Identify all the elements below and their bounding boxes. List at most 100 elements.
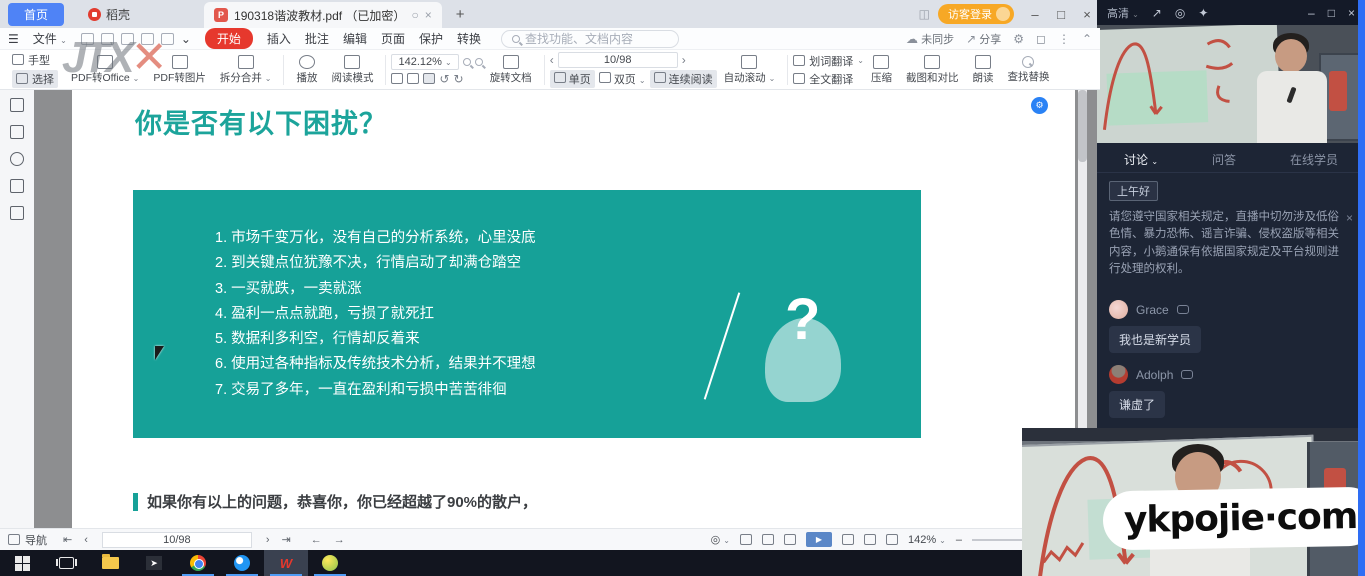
window-maximize-icon[interactable]: □: [1048, 7, 1074, 22]
tab-discussion[interactable]: 讨论 ⌄: [1124, 151, 1158, 168]
pdf-page[interactable]: 你是否有以下困扰？ 1. 市场千变万化，没有自己的分析系统，心里没底 2. 到关…: [72, 88, 1075, 528]
task-view-button[interactable]: [44, 550, 88, 576]
next-page-icon[interactable]: ›: [682, 53, 686, 67]
chrome-button[interactable]: [176, 550, 220, 576]
live-video-feed[interactable]: [1097, 25, 1365, 143]
eye-protect-icon[interactable]: ◎ ⌄: [711, 533, 730, 546]
redo-icon[interactable]: [161, 33, 174, 45]
word-translate-button[interactable]: 划词翻译 ⌄: [793, 53, 864, 69]
menu-protect[interactable]: 保护: [419, 30, 443, 47]
history-back-icon[interactable]: ←: [311, 534, 322, 546]
last-page-icon[interactable]: ⇥: [282, 533, 291, 546]
single-page-button[interactable]: 单页: [550, 70, 595, 88]
save-icon[interactable]: [101, 33, 114, 45]
status-page-input[interactable]: 10/98: [102, 532, 252, 548]
menu-edit[interactable]: 编辑: [343, 30, 367, 47]
more-vertical-icon[interactable]: ⋮: [1058, 32, 1070, 46]
hamburger-icon[interactable]: ☰: [8, 32, 19, 46]
tab-document[interactable]: P 190318谐波教材.pdf （已加密） ○ ×: [204, 2, 442, 28]
fit-width-icon[interactable]: [407, 73, 419, 84]
compress-button[interactable]: 压缩: [871, 55, 892, 85]
hand-tool[interactable]: 手型: [12, 52, 58, 68]
bookmark-icon[interactable]: [10, 98, 24, 112]
share-button[interactable]: ↗ 分享: [966, 31, 1001, 47]
menu-page[interactable]: 页面: [381, 30, 405, 47]
scrollbar-thumb[interactable]: [1078, 90, 1087, 162]
live-maximize-icon[interactable]: □: [1328, 6, 1335, 20]
zoom-value[interactable]: 142.12% ⌄: [391, 54, 458, 70]
zoom-out-status-icon[interactable]: –: [956, 534, 962, 546]
status-zoom-value[interactable]: 142% ⌄: [908, 534, 946, 546]
live-close-icon[interactable]: ×: [1348, 6, 1355, 20]
quality-selector[interactable]: 高清 ⌄: [1107, 5, 1139, 21]
first-page-icon[interactable]: ⇤: [63, 533, 72, 546]
pip-video-window[interactable]: ykpojie·com: [1022, 428, 1365, 576]
single-page-status-icon[interactable]: [762, 534, 774, 545]
next-page-status-icon[interactable]: ›: [266, 534, 270, 546]
chat-bubble-icon[interactable]: [1177, 305, 1189, 314]
collapse-ribbon-icon[interactable]: ⌃: [1082, 32, 1092, 46]
continuous-status-icon[interactable]: [740, 534, 752, 545]
window-minimize-icon[interactable]: –: [1022, 7, 1048, 22]
image-icon[interactable]: [10, 125, 24, 139]
rotate-doc-button[interactable]: 旋转文档: [490, 55, 532, 85]
full-translate-button[interactable]: 全文翻译: [793, 71, 864, 87]
tab-docer[interactable]: 稻壳: [74, 3, 144, 26]
zoom-in-icon[interactable]: [475, 58, 483, 66]
tab-home[interactable]: 首页: [8, 3, 64, 26]
menu-annotate[interactable]: 批注: [305, 30, 329, 47]
sidebar-toggle-icon[interactable]: ◫: [919, 7, 930, 21]
settings-gear-icon[interactable]: ⚙: [1013, 32, 1024, 46]
comment-icon[interactable]: ◻: [1036, 32, 1046, 46]
chat-bubble-icon[interactable]: [1181, 370, 1193, 379]
record-icon[interactable]: ◎: [1175, 6, 1185, 20]
actual-size-icon[interactable]: [391, 73, 403, 84]
menu-convert[interactable]: 转换: [457, 30, 481, 47]
continuous-read-button[interactable]: 连续阅读: [650, 70, 717, 88]
rotate-right-icon[interactable]: ↻: [454, 72, 464, 86]
menu-file[interactable]: 文件 ⌄: [33, 30, 67, 47]
double-page-button[interactable]: 双页 ⌄: [599, 71, 646, 87]
finance-app-button[interactable]: [308, 550, 352, 576]
avatar[interactable]: [1109, 365, 1128, 384]
fit-page-status-icon[interactable]: [886, 534, 898, 545]
nav-panel-icon[interactable]: [8, 534, 20, 545]
start-button[interactable]: [0, 550, 44, 576]
quickbar-more-icon[interactable]: ⌄: [181, 32, 191, 46]
find-replace-button[interactable]: 查找替换: [1007, 56, 1049, 84]
fit-page-icon[interactable]: [423, 73, 435, 84]
auto-scroll-button[interactable]: 自动滚动 ⌄: [724, 55, 776, 85]
wps-taskbar-button[interactable]: W: [264, 550, 308, 576]
play-button[interactable]: 播放: [296, 55, 317, 85]
live-share-icon[interactable]: ↗: [1152, 6, 1162, 20]
guest-login-button[interactable]: 访客登录: [938, 4, 1014, 24]
pdf-to-office-button[interactable]: PDF转Office ⌄: [71, 55, 139, 85]
live-minimize-icon[interactable]: –: [1308, 6, 1315, 20]
prev-page-status-icon[interactable]: ‹: [84, 534, 88, 546]
menu-insert[interactable]: 插入: [267, 30, 291, 47]
close-tab-icon[interactable]: ×: [425, 8, 432, 22]
attachment-icon[interactable]: [10, 179, 24, 193]
fit-width-status-icon[interactable]: [864, 534, 876, 545]
select-tool[interactable]: 选择: [12, 70, 58, 88]
pdf-to-image-button[interactable]: PDF转图片: [153, 55, 206, 85]
double-page-status-icon[interactable]: [784, 534, 796, 545]
browser-app-button[interactable]: [220, 550, 264, 576]
tab-online-students[interactable]: 在线学员: [1290, 151, 1338, 168]
tab-qa[interactable]: 问答: [1212, 151, 1236, 168]
comment-badge-icon[interactable]: ○: [411, 8, 418, 22]
undo-icon[interactable]: [141, 33, 154, 45]
prev-page-icon[interactable]: ‹: [550, 53, 554, 67]
open-icon[interactable]: [81, 33, 94, 45]
split-merge-button[interactable]: 拆分合并 ⌄: [220, 55, 272, 85]
sync-status[interactable]: ☁ 未同步: [906, 31, 954, 47]
zoom-out-icon[interactable]: [463, 58, 471, 66]
signature-icon[interactable]: [10, 206, 24, 220]
read-mode-button[interactable]: 阅读模式: [331, 55, 373, 85]
file-explorer-button[interactable]: [88, 550, 132, 576]
notice-close-icon[interactable]: ×: [1346, 209, 1353, 278]
play-status-button[interactable]: ▶: [806, 532, 832, 547]
avatar[interactable]: [1109, 300, 1128, 319]
history-forward-icon[interactable]: →: [334, 534, 345, 546]
menu-start[interactable]: 开始: [205, 28, 253, 49]
